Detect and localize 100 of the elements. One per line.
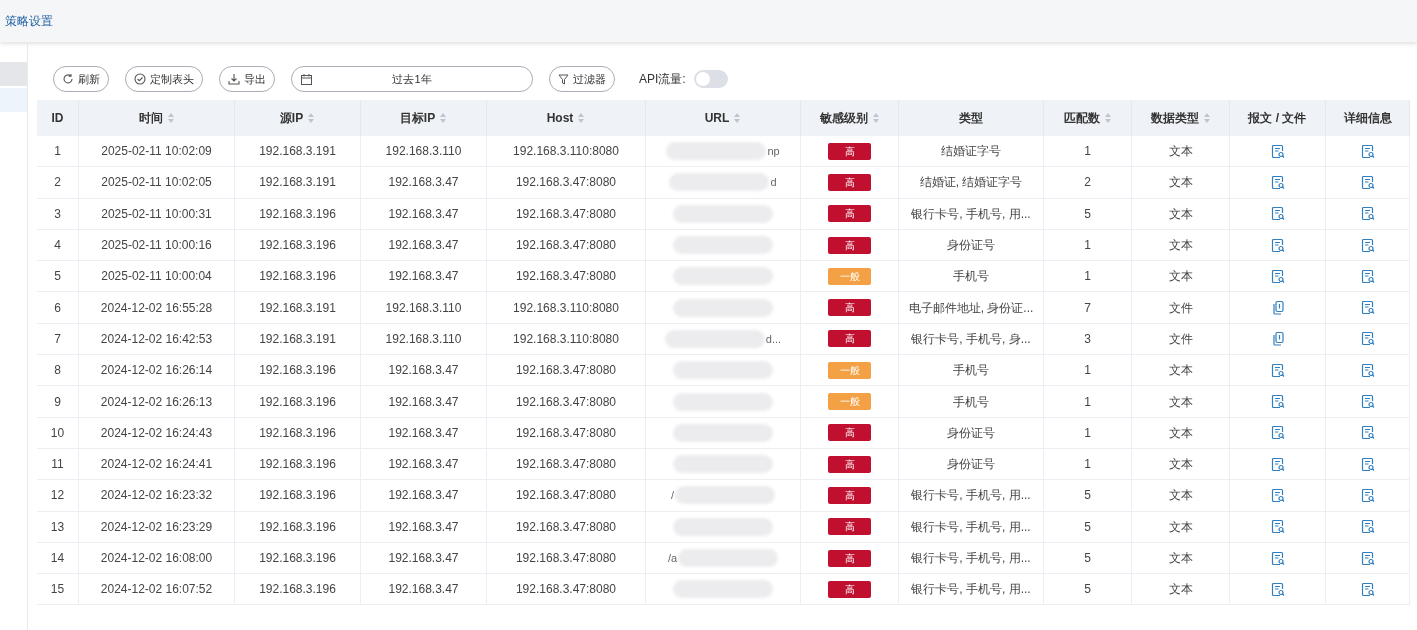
column-header[interactable]: 源IP (279, 109, 304, 127)
document-search-icon[interactable] (1270, 519, 1285, 535)
table-cell-text: 7 (1084, 299, 1091, 317)
document-search-icon[interactable] (1270, 362, 1285, 378)
table-cell-text: 192.168.3.196 (259, 581, 336, 599)
document-search-icon[interactable] (1270, 425, 1285, 441)
document-search-icon[interactable] (1360, 143, 1375, 159)
table-cell-text: 192.168.3.47:8080 (515, 268, 617, 286)
sensitivity-badge: 高 (828, 236, 871, 254)
sensitivity-badge: 高 (828, 142, 871, 160)
table-cell-text: 192.168.3.110 (385, 299, 462, 317)
table-cell-text: 192.168.3.191 (259, 299, 336, 317)
table-cell-text: 2024-12-02 16:24:43 (100, 424, 213, 442)
document-search-icon[interactable] (1270, 206, 1285, 222)
document-search-icon[interactable] (1360, 300, 1375, 316)
table-cell-text: 7 (54, 330, 61, 348)
column-header[interactable]: 目标IP (399, 109, 436, 127)
table-cell-text: 15 (50, 581, 65, 599)
document-search-icon[interactable] (1360, 519, 1375, 535)
document-search-icon[interactable] (1360, 206, 1375, 222)
table-cell-text: 5 (1084, 487, 1091, 505)
document-search-icon[interactable] (1270, 456, 1285, 472)
document-search-icon[interactable] (1360, 394, 1375, 409)
table-cell-text: 192.168.3.196 (259, 424, 336, 442)
document-search-icon[interactable] (1270, 581, 1285, 597)
table-cell-text: 6 (54, 299, 61, 317)
sensitivity-badge: 高 (828, 549, 871, 567)
column-header[interactable]: Host (546, 109, 574, 127)
document-search-icon[interactable] (1270, 394, 1285, 409)
column-header: 详细信息 (1343, 110, 1392, 127)
table-cell-text: 电子邮件地址, 身份证... (908, 299, 1034, 317)
table-cell-text: 文本 (1168, 456, 1193, 474)
table-cell-text: 2024-12-02 16:42:53 (100, 330, 213, 348)
document-search-icon[interactable] (1270, 268, 1285, 284)
table-cell-text: 2024-12-02 16:26:13 (100, 393, 213, 411)
refresh-button[interactable]: 刷新 (53, 66, 109, 92)
document-search-icon[interactable] (1360, 425, 1375, 441)
customize-columns-button[interactable]: 定制表头 (125, 66, 203, 92)
document-search-icon[interactable] (1270, 143, 1285, 159)
sensitivity-badge: 高 (828, 580, 871, 598)
attachment-icon[interactable] (1270, 331, 1285, 347)
table-cell-text: 192.168.3.47 (388, 237, 459, 255)
column-header[interactable]: 匹配数 (1063, 109, 1100, 127)
table-cell-text: 192.168.3.196 (259, 518, 336, 536)
sensitivity-badge: 高 (828, 424, 871, 442)
document-search-icon[interactable] (1360, 487, 1375, 503)
table-cell-text: 文本 (1168, 424, 1193, 442)
table-cell-text: 192.168.3.191 (259, 174, 336, 192)
table-cell-text: 银行卡号, 手机号, 用... (911, 550, 1031, 567)
table-cell-text: 5 (54, 268, 61, 286)
table-cell-text: 2024-12-02 16:23:32 (100, 487, 213, 505)
filter-button[interactable]: 过滤器 (549, 66, 615, 92)
document-search-icon[interactable] (1360, 581, 1375, 597)
document-search-icon[interactable] (1360, 331, 1375, 347)
table-cell-text: 192.168.3.196 (259, 456, 336, 474)
table-cell-text: 3 (1084, 330, 1091, 348)
document-search-icon[interactable] (1270, 487, 1285, 503)
table-cell-text: 文本 (1168, 143, 1193, 161)
document-search-icon[interactable] (1360, 456, 1375, 472)
document-search-icon[interactable] (1270, 550, 1285, 566)
table-cell-text: 192.168.3.47 (388, 550, 459, 567)
table-cell-text: 5 (1084, 518, 1091, 536)
table-cell-text: 192.168.3.47 (388, 518, 459, 536)
column-header[interactable]: 敏感级别 (819, 109, 868, 127)
table-cell-text: 1 (1084, 424, 1091, 442)
document-search-icon[interactable] (1360, 268, 1375, 284)
refresh-icon (62, 73, 74, 85)
table-cell-text: 文本 (1168, 237, 1193, 255)
attachment-icon[interactable] (1270, 300, 1285, 316)
table-cell-text: 文本 (1168, 550, 1193, 567)
api-traffic-toggle[interactable] (693, 70, 728, 88)
document-search-icon[interactable] (1360, 550, 1375, 566)
table-cell-text: 192.168.3.47 (388, 581, 459, 599)
table-cell-text: 192.168.3.47:8080 (515, 424, 617, 442)
column-header[interactable]: URL (704, 109, 730, 127)
column-header[interactable]: 时间 (138, 109, 163, 127)
table-cell-text: 2024-12-02 16:07:52 (100, 581, 213, 599)
table-cell-text: 192.168.3.196 (259, 362, 336, 380)
document-search-icon[interactable] (1360, 362, 1375, 378)
url-fragment: / (670, 488, 675, 504)
table-cell-text: 文本 (1168, 581, 1193, 599)
breadcrumb[interactable]: 策略设置 (5, 12, 53, 30)
table-cell-text: 2024-12-02 16:08:00 (100, 550, 213, 567)
table-cell-text: 2024-12-02 16:24:41 (100, 456, 213, 474)
column-header: 类型 (959, 110, 983, 127)
document-search-icon[interactable] (1360, 174, 1375, 190)
column-header[interactable]: 数据类型 (1150, 109, 1199, 127)
table-cell-text: 192.168.3.196 (259, 268, 336, 286)
table-cell-text: 银行卡号, 手机号, 身... (911, 330, 1031, 348)
table-cell-text: 银行卡号, 手机号, 用... (911, 487, 1031, 505)
table-cell-text: 192.168.3.47:8080 (515, 393, 617, 411)
table-cell-text: 192.168.3.47 (388, 174, 459, 192)
table-cell-text: 手机号 (953, 268, 989, 286)
document-search-icon[interactable] (1360, 237, 1375, 253)
document-search-icon[interactable] (1270, 237, 1285, 253)
export-button[interactable]: 导出 (219, 66, 275, 92)
table-cell-text: 192.168.3.196 (259, 550, 336, 567)
table-cell-text: 192.168.3.47 (388, 456, 459, 474)
table-cell-text: 1 (1084, 393, 1091, 411)
document-search-icon[interactable] (1270, 174, 1285, 190)
